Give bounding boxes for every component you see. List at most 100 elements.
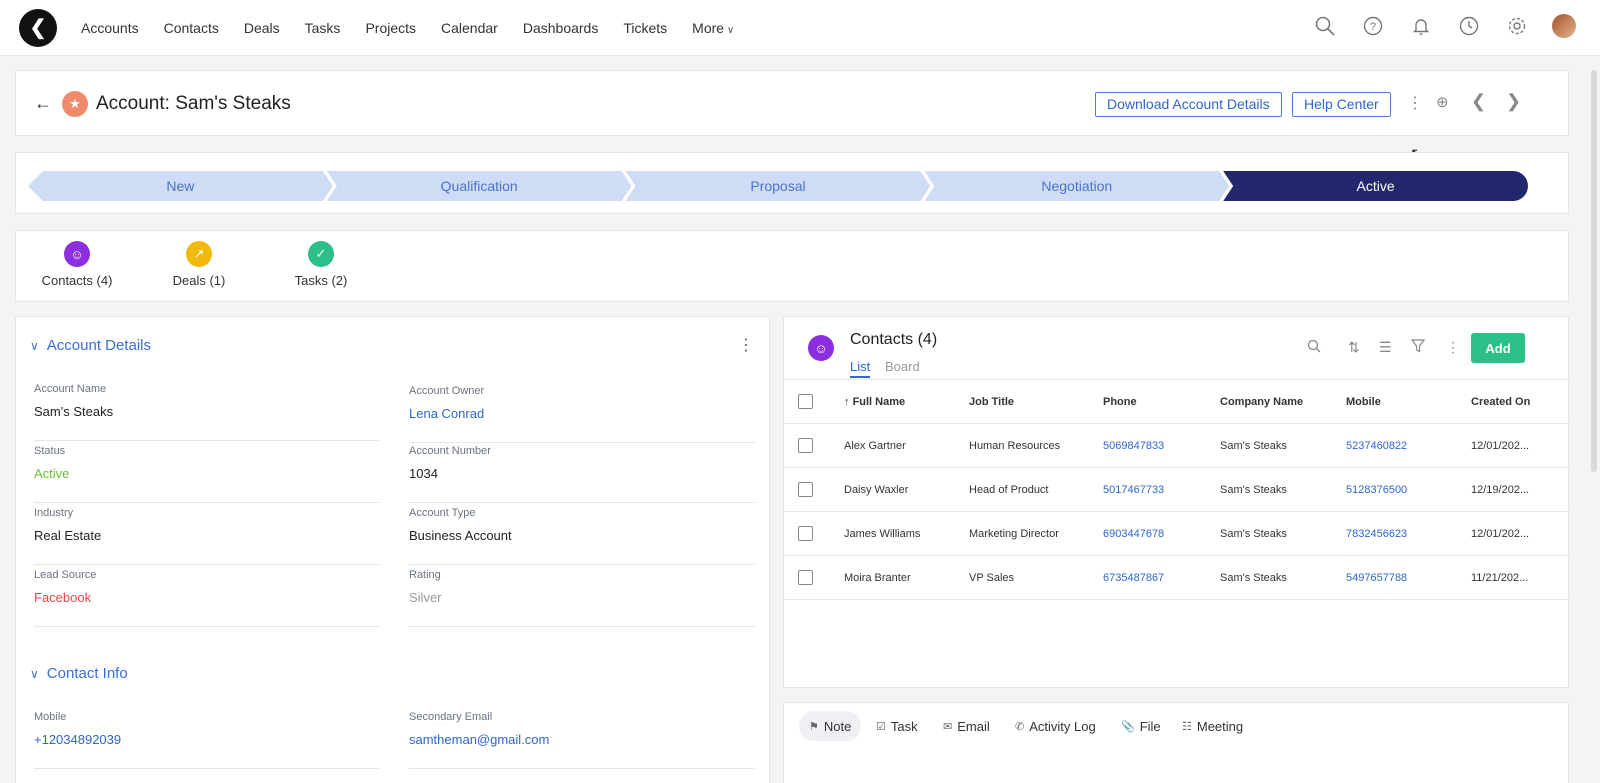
tab-meeting[interactable]: ☷ Meeting	[1172, 711, 1253, 741]
nav-link-contacts[interactable]: Contacts	[164, 20, 219, 36]
tab-email[interactable]: ✉ Email	[933, 711, 1000, 741]
next-record-icon[interactable]: ❯	[1506, 91, 1521, 112]
app-logo[interactable]: ❮	[19, 8, 57, 47]
previous-record-icon[interactable]: ❮	[1471, 91, 1486, 112]
bell-icon[interactable]	[1410, 15, 1432, 37]
phone-icon: ✆	[1015, 720, 1025, 733]
nav-link-projects[interactable]: Projects	[365, 20, 416, 36]
back-arrow-icon[interactable]: ←	[34, 93, 52, 114]
nav-link-tickets[interactable]: Tickets	[623, 20, 667, 36]
calendar-icon: ☷	[1182, 720, 1192, 733]
columns-list-icon[interactable]: ☰	[1379, 339, 1392, 356]
more-options-icon[interactable]: ⋮	[1446, 339, 1460, 356]
field-lead-source[interactable]: Lead Source Facebook	[34, 569, 380, 627]
column-header-mobile[interactable]: Mobile	[1346, 379, 1471, 424]
filter-icon[interactable]	[1410, 339, 1426, 356]
related-tab-tasks[interactable]: ✓ Tasks (2)	[266, 241, 376, 288]
field-account-owner[interactable]: Account Owner Lena Conrad	[409, 385, 755, 443]
cell-full-name[interactable]: Alex Gartner	[844, 423, 969, 468]
stage-active[interactable]: Active	[1223, 171, 1528, 201]
field-rating[interactable]: Rating Silver	[409, 569, 755, 627]
nav-link-dashboards[interactable]: Dashboards	[523, 20, 599, 36]
field-value[interactable]: Lena Conrad	[409, 406, 755, 421]
cell-phone[interactable]: 6903447678	[1103, 511, 1220, 556]
tasks-icon: ✓	[308, 241, 334, 267]
cell-full-name[interactable]: Moira Branter	[844, 555, 969, 600]
column-header-full-name[interactable]: ↑ Full Name	[844, 379, 969, 424]
related-tab-label: Tasks (2)	[294, 273, 348, 288]
contact-info-section-toggle[interactable]: ∨ Contact Info	[30, 665, 128, 682]
field-value[interactable]: samtheman@gmail.com	[409, 732, 755, 747]
field-value: 1034	[409, 466, 438, 481]
checkbox-icon: ☑	[876, 720, 886, 733]
nav-link-tasks[interactable]: Tasks	[305, 20, 341, 36]
page-scrollbar[interactable]	[1591, 70, 1597, 472]
field-account-number[interactable]: Account Number 1034	[409, 445, 755, 503]
account-details-section-toggle[interactable]: ∨ Account Details	[30, 337, 151, 354]
column-header-company-name[interactable]: Company Name	[1220, 379, 1346, 424]
field-account-name[interactable]: Account Name Sam's Steaks	[34, 383, 380, 441]
cell-created-on: 12/01/202...	[1471, 511, 1570, 556]
row-checkbox[interactable]	[798, 570, 813, 585]
cell-phone[interactable]: 5069847833	[1103, 423, 1220, 468]
sort-icon[interactable]: ⇅	[1348, 339, 1360, 356]
field-label: Mobile	[34, 711, 67, 723]
account-header: ← ★ Account: Sam's Steaks Download Accou…	[15, 70, 1569, 136]
search-icon[interactable]	[1307, 339, 1321, 356]
cell-full-name[interactable]: Daisy Waxler	[844, 467, 969, 512]
stage-new[interactable]: New	[28, 171, 333, 201]
column-header-phone[interactable]: Phone	[1103, 379, 1220, 424]
cell-mobile[interactable]: 5237460822	[1346, 423, 1471, 468]
help-icon[interactable]: ?	[1362, 15, 1384, 37]
nav-link-accounts[interactable]: Accounts	[81, 20, 139, 36]
download-account-details-button[interactable]: Download Account Details	[1095, 92, 1282, 117]
clock-icon[interactable]	[1458, 15, 1480, 37]
tab-file[interactable]: 📎 File	[1111, 711, 1171, 741]
column-header-created-on[interactable]: Created On	[1471, 379, 1570, 424]
field-secondary-email[interactable]: Secondary Email samtheman@gmail.com	[409, 711, 755, 769]
tab-list[interactable]: List	[850, 359, 871, 378]
select-all-checkbox[interactable]	[798, 394, 813, 409]
gear-icon[interactable]	[1506, 15, 1528, 37]
field-value[interactable]: +12034892039	[34, 732, 380, 747]
help-center-button[interactable]: Help Center	[1292, 92, 1391, 117]
related-tab-contacts[interactable]: ☺ Contacts (4)	[22, 241, 132, 288]
cell-mobile[interactable]: 7832456623	[1346, 511, 1471, 556]
row-checkbox[interactable]	[798, 482, 813, 497]
nav-more-menu[interactable]: More	[692, 20, 734, 36]
cell-phone[interactable]: 6735487867	[1103, 555, 1220, 600]
add-circle-icon[interactable]: ⊕	[1436, 93, 1449, 111]
table-row[interactable]: Daisy Waxler Head of Product 5017467733 …	[784, 467, 1570, 512]
related-tab-deals[interactable]: ↗ Deals (1)	[144, 241, 254, 288]
row-select-cell	[784, 467, 844, 512]
user-avatar[interactable]	[1552, 14, 1576, 38]
stage-qualification[interactable]: Qualification	[327, 171, 632, 201]
cell-mobile[interactable]: 5128376500	[1346, 467, 1471, 512]
cell-full-name[interactable]: James Williams	[844, 511, 969, 556]
more-options-icon[interactable]: ⋮	[1407, 93, 1423, 113]
tab-board[interactable]: Board	[885, 359, 920, 374]
cell-mobile[interactable]: 5497657788	[1346, 555, 1471, 600]
table-row[interactable]: James Williams Marketing Director 690344…	[784, 511, 1570, 556]
tab-note[interactable]: ⚑ Note	[799, 711, 862, 741]
row-checkbox[interactable]	[798, 526, 813, 541]
row-checkbox[interactable]	[798, 438, 813, 453]
field-status[interactable]: Status Active	[34, 445, 380, 503]
add-contact-button[interactable]: Add	[1471, 333, 1525, 363]
cell-phone[interactable]: 5017467733	[1103, 467, 1220, 512]
tab-activity-log[interactable]: ✆ Activity Log	[1005, 711, 1106, 741]
field-account-type[interactable]: Account Type Business Account	[409, 507, 755, 565]
nav-link-calendar[interactable]: Calendar	[441, 20, 498, 36]
tab-task[interactable]: ☑ Task	[866, 711, 928, 741]
field-mobile[interactable]: Mobile +12034892039	[34, 711, 380, 769]
table-row[interactable]: Alex Gartner Human Resources 5069847833 …	[784, 423, 1570, 468]
stage-proposal[interactable]: Proposal	[626, 171, 931, 201]
stage-negotiation[interactable]: Negotiation	[924, 171, 1229, 201]
more-options-icon[interactable]: ⋮	[738, 335, 754, 355]
column-header-job-title[interactable]: Job Title	[969, 379, 1103, 424]
search-icon[interactable]	[1314, 15, 1336, 37]
nav-link-deals[interactable]: Deals	[244, 20, 280, 36]
cell-job-title: Head of Product	[969, 467, 1103, 512]
field-industry[interactable]: Industry Real Estate	[34, 507, 380, 565]
table-row[interactable]: Moira Branter VP Sales 6735487867 Sam's …	[784, 555, 1570, 600]
